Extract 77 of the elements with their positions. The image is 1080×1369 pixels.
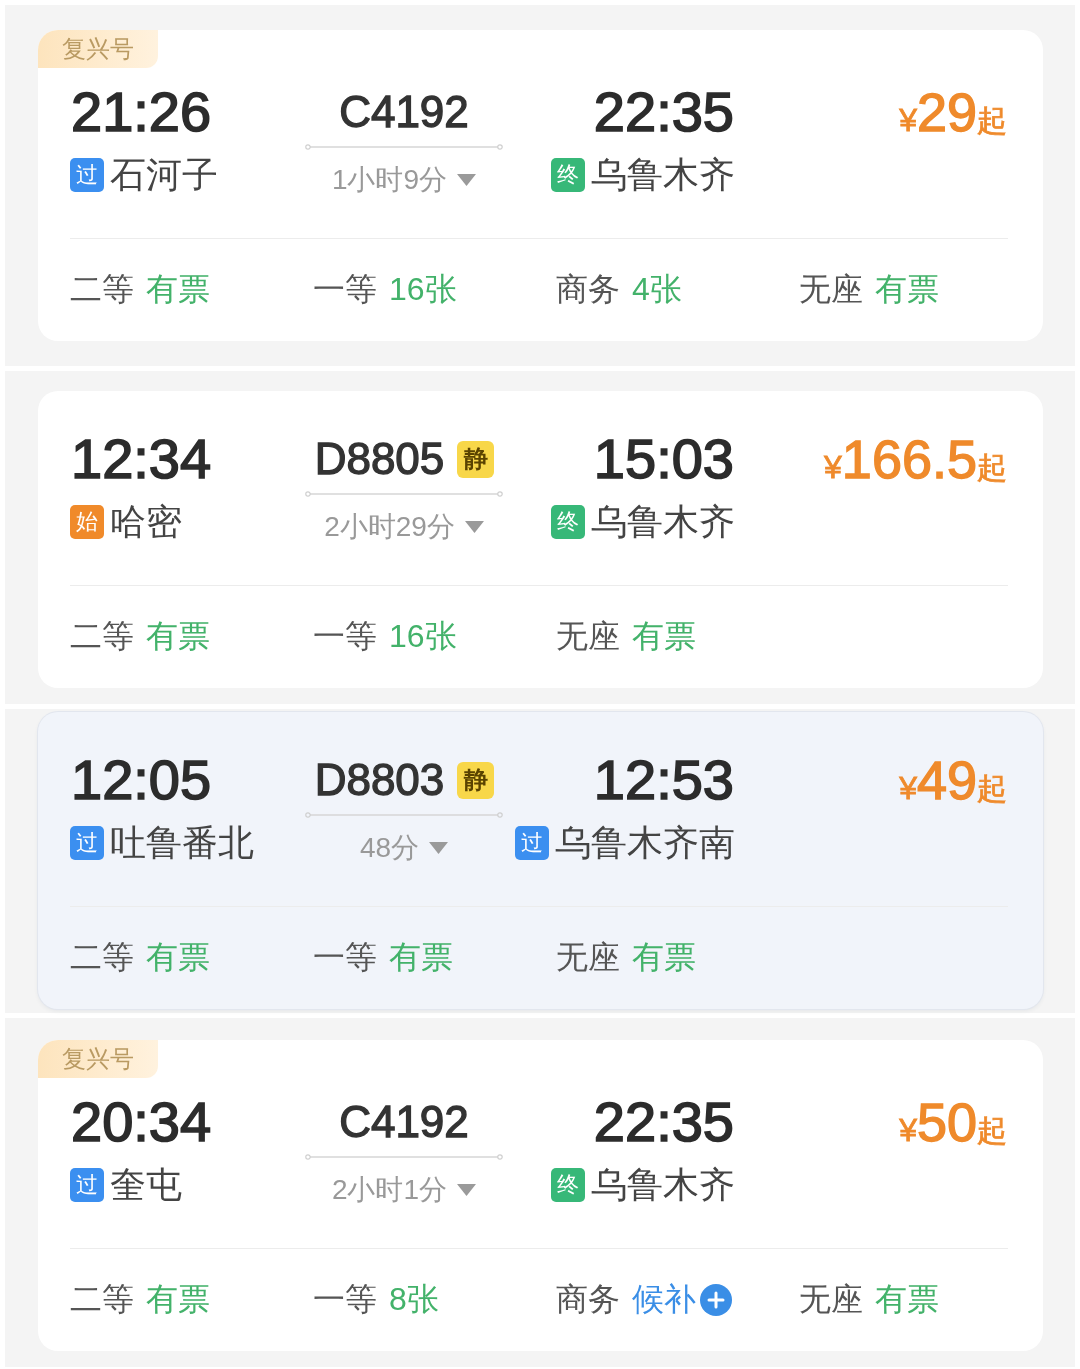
price: ¥166.5起 (823, 428, 1008, 490)
departure-time: 12:34 (70, 429, 213, 489)
caret-icon (429, 842, 449, 854)
price: ¥29起 (898, 81, 1008, 143)
plus-icon (700, 1284, 732, 1316)
seat-class-label: 无座 (556, 938, 620, 977)
departure-time: 21:26 (70, 82, 213, 142)
train-number: D8803 (313, 755, 446, 805)
arrival-time: 22:35 (592, 1092, 735, 1152)
quiet-carriage-tag: 静 (457, 440, 495, 478)
train-number: D8805 (313, 434, 446, 484)
seat-class-label: 二等 (70, 938, 134, 977)
departure-time: 20:34 (70, 1092, 213, 1152)
duration-toggle[interactable]: 48分 (359, 830, 449, 866)
duration-toggle[interactable]: 2小时1分 (331, 1172, 477, 1208)
train-card[interactable]: 12:05 过 吐鲁番北 D8803 静 48分 12:53 过 乌鲁木齐南 ¥49起 二等 有票 一等 有票 无座 有票 (38, 712, 1043, 1009)
departure-time: 12:05 (70, 750, 213, 810)
station-name: 乌鲁木齐南 (555, 820, 735, 865)
station-type-tag: 过 (70, 826, 104, 860)
seat-availability: 4张 (632, 270, 682, 309)
station-name: 乌鲁木齐 (591, 1162, 735, 1207)
station-name: 哈密 (110, 499, 182, 544)
station-type-tag: 过 (70, 158, 104, 192)
seat-availability: 16张 (389, 270, 457, 309)
seat-class-label: 二等 (70, 1280, 134, 1319)
station-type-tag: 过 (515, 826, 549, 860)
quiet-carriage-tag: 静 (457, 761, 495, 799)
seat-class-label: 一等 (313, 270, 377, 309)
train-brand-tag: 复兴号 (38, 1040, 158, 1078)
waitlist-button[interactable]: 候补 (632, 1278, 732, 1322)
seat-availability: 有票 (146, 270, 210, 309)
seat-class-label: 一等 (313, 617, 377, 656)
station-name: 吐鲁番北 (110, 820, 254, 865)
seat-availability: 16张 (389, 617, 457, 656)
seat-availability: 有票 (632, 938, 696, 977)
train-card[interactable]: 复兴号 21:26 过 石河子 C4192 1小时9分 22:35 终 乌鲁木齐 ¥29起 二等 有票 一等 16张 商务 4张 无座 有票 (38, 30, 1043, 341)
seat-availability: 有票 (146, 938, 210, 977)
train-number: C4192 (338, 87, 470, 137)
seat-availability: 有票 (389, 938, 453, 977)
seat-availability: 有票 (875, 270, 939, 309)
station-type-tag: 过 (70, 1168, 104, 1202)
station-name: 奎屯 (110, 1162, 182, 1207)
seat-class-label: 商务 (556, 270, 620, 309)
station-name: 石河子 (110, 152, 218, 197)
seat-availability: 有票 (875, 1280, 939, 1319)
price: ¥50起 (898, 1091, 1008, 1153)
station-type-tag: 终 (551, 158, 585, 192)
station-name: 乌鲁木齐 (591, 152, 735, 197)
station-type-tag: 终 (551, 505, 585, 539)
caret-icon (457, 174, 477, 186)
station-name: 乌鲁木齐 (591, 499, 735, 544)
seat-availability: 有票 (146, 1280, 210, 1319)
arrival-time: 12:53 (592, 750, 735, 810)
seat-class-label: 无座 (799, 1280, 863, 1319)
seat-availability: 8张 (389, 1280, 439, 1319)
station-type-tag: 始 (70, 505, 104, 539)
caret-icon (457, 1184, 477, 1196)
duration-toggle[interactable]: 1小时9分 (331, 162, 477, 198)
seat-class-label: 二等 (70, 270, 134, 309)
train-brand-tag: 复兴号 (38, 30, 158, 68)
seat-class-label: 商务 (556, 1280, 620, 1319)
train-number: C4192 (338, 1097, 470, 1147)
station-type-tag: 终 (551, 1168, 585, 1202)
seat-class-label: 一等 (313, 938, 377, 977)
caret-icon (464, 521, 484, 533)
seat-class-label: 一等 (313, 1280, 377, 1319)
train-card[interactable]: 12:34 始 哈密 D8805 静 2小时29分 15:03 终 乌鲁木齐 ¥166.5起 二等 有票 一等 16张 无座 有票 (38, 391, 1043, 688)
price: ¥49起 (898, 749, 1008, 811)
arrival-time: 15:03 (592, 429, 735, 489)
duration-toggle[interactable]: 2小时29分 (324, 509, 484, 545)
seat-availability: 有票 (632, 617, 696, 656)
arrival-time: 22:35 (592, 82, 735, 142)
seat-class-label: 无座 (556, 617, 620, 656)
seat-availability: 有票 (146, 617, 210, 656)
train-card[interactable]: 复兴号 20:34 过 奎屯 C4192 2小时1分 22:35 终 乌鲁木齐 ¥50起 二等 有票 一等 8张 商务 候补 无座 有票 (38, 1040, 1043, 1351)
seat-class-label: 二等 (70, 617, 134, 656)
seat-class-label: 无座 (799, 270, 863, 309)
